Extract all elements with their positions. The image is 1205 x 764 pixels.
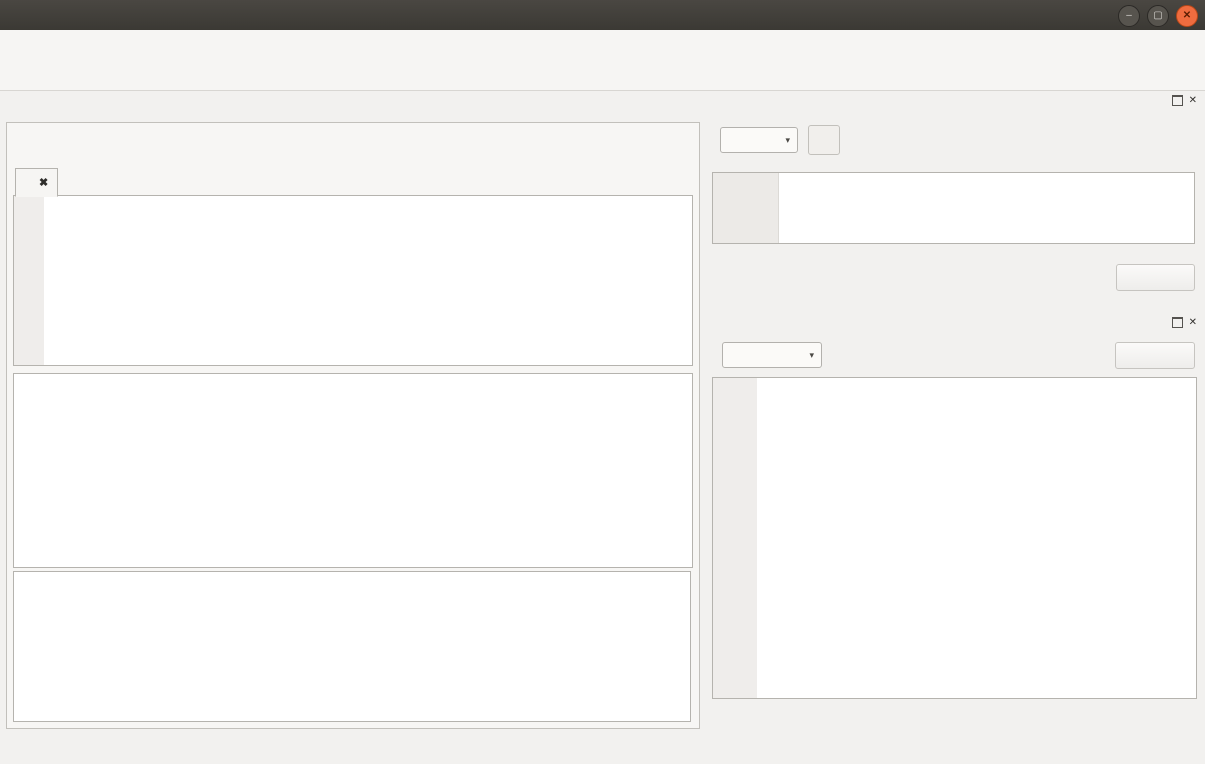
- sql-editor[interactable]: [13, 195, 693, 366]
- clear-log-button[interactable]: [1115, 342, 1195, 369]
- titlebar: –▢ ✕: [0, 0, 1205, 30]
- chevron-down-icon: ▾: [785, 135, 790, 146]
- sql-log-filter-row: ▾: [712, 341, 1195, 369]
- cell-editor[interactable]: [712, 172, 1195, 244]
- sql-log-dock-buttons: ✕: [1172, 317, 1197, 328]
- chevron-down-icon: ▾: [809, 350, 814, 361]
- cell-editor-area[interactable]: [779, 173, 1194, 243]
- minimize-button[interactable]: –: [1118, 5, 1140, 27]
- apply-button: [1116, 264, 1195, 291]
- log-filter-select[interactable]: ▾: [722, 342, 822, 368]
- mode-select[interactable]: ▾: [720, 127, 798, 153]
- close-tab-icon[interactable]: ✖: [39, 176, 48, 189]
- close-panel-icon[interactable]: ✕: [1189, 96, 1197, 106]
- menubar: [0, 30, 1205, 54]
- execute-sql-panel: ✖: [6, 122, 700, 729]
- close-panel-icon[interactable]: ✕: [1189, 318, 1197, 328]
- float-panel-icon[interactable]: [1172, 317, 1183, 328]
- edit-cell-toolbar: ▾: [712, 125, 1195, 155]
- close-button[interactable]: ✕: [1176, 5, 1198, 27]
- execution-message: [13, 571, 691, 722]
- float-panel-icon[interactable]: [1172, 95, 1183, 106]
- window-controls: –▢ ✕: [1118, 5, 1198, 27]
- auto-switch-mode-button[interactable]: [808, 125, 840, 155]
- sql-log-view[interactable]: [712, 377, 1197, 699]
- sql-tab-bar: ✖: [15, 168, 58, 197]
- maximize-button[interactable]: ▢: [1147, 5, 1169, 27]
- cell-value: [713, 173, 779, 243]
- results-grid: [13, 373, 693, 568]
- main-toolbar: [0, 54, 1205, 91]
- app-window: –▢ ✕ ✖ ✕ ▾: [0, 0, 1205, 764]
- edit-cell-dock-buttons: ✕: [1172, 95, 1197, 106]
- tab-sql-1[interactable]: ✖: [15, 168, 58, 197]
